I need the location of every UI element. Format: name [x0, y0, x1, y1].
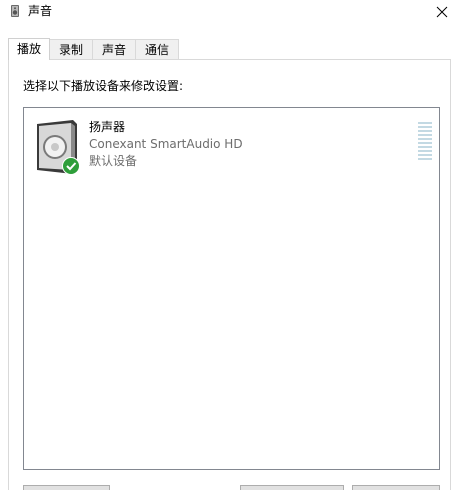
- window-title: 声音: [28, 4, 53, 18]
- volume-level-meter: [418, 122, 432, 162]
- speaker-icon: [37, 120, 80, 175]
- device-description: Conexant SmartAudio HD: [89, 137, 243, 151]
- sound-dialog: 声音 播放 录制 声音 通信 选择以下播放设备来修改设置: 扬声器 Conexa…: [0, 0, 459, 490]
- close-icon: [436, 6, 448, 18]
- device-list[interactable]: 扬声器 Conexant SmartAudio HD 默认设备: [23, 107, 440, 470]
- tab-sounds[interactable]: 声音: [92, 39, 137, 59]
- device-name: 扬声器: [89, 120, 126, 134]
- properties-button[interactable]: [352, 485, 440, 490]
- tab-recording[interactable]: 录制: [49, 39, 94, 59]
- tab-bar: 播放 录制 声音 通信: [8, 38, 180, 60]
- speaker-icon: [11, 5, 19, 17]
- title-bar: 声音: [0, 0, 459, 24]
- instruction-text: 选择以下播放设备来修改设置:: [23, 79, 184, 93]
- list-item[interactable]: 扬声器 Conexant SmartAudio HD 默认设备: [29, 114, 432, 176]
- configure-button[interactable]: [23, 485, 110, 490]
- close-button[interactable]: [425, 0, 459, 24]
- set-default-button[interactable]: [240, 485, 344, 490]
- default-check-icon: [62, 157, 80, 175]
- device-status: 默认设备: [89, 154, 138, 168]
- tab-communications[interactable]: 通信: [135, 39, 180, 59]
- tab-playback[interactable]: 播放: [8, 38, 51, 60]
